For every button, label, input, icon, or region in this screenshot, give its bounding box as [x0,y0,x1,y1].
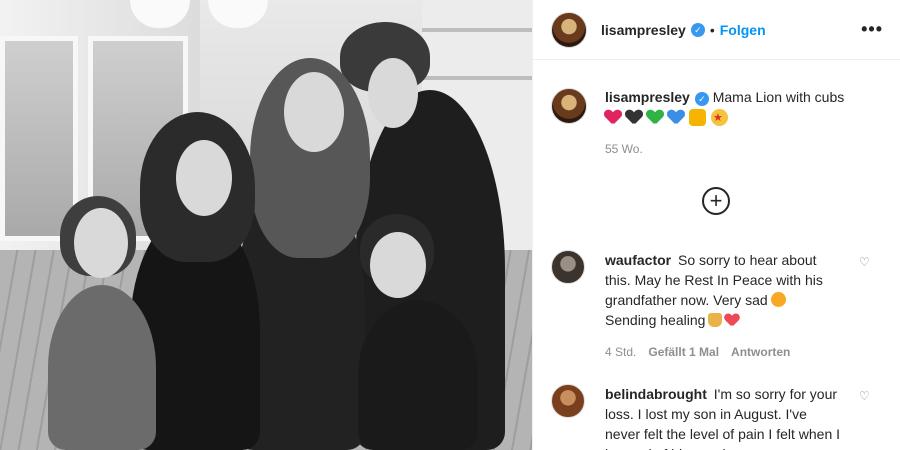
black-heart-icon [626,109,642,125]
author-avatar[interactable] [551,11,587,48]
photo-lamp [208,0,268,28]
comment-likes[interactable]: Gefällt 1 Mal [648,342,719,362]
comment-avatar[interactable] [551,250,585,284]
caption-username[interactable]: lisampresley [605,89,690,105]
comment-meta: 4 Std. Gefällt 1 Mal Antworten [605,342,845,362]
post-photo[interactable] [0,0,532,450]
caption-text: Mama Lion with cubs [712,89,845,105]
red-heart-icon [605,109,621,125]
photo-person-girl-right [358,300,478,450]
photo-shelf-board [422,76,532,80]
photo-shelf-board [422,28,532,32]
load-more-comments-icon[interactable]: + [702,187,730,215]
author-username[interactable]: lisampresley [601,22,686,38]
green-heart-icon [647,109,663,125]
photo-face [284,72,344,152]
photo-face [176,140,232,216]
more-options-icon[interactable]: ••• [861,19,883,40]
photo-door [0,36,78,241]
comment-timestamp[interactable]: 4 Std. [605,342,636,362]
verified-badge-icon: ✓ [690,22,705,37]
photo-person-girl-left [48,285,156,450]
caption-timestamp[interactable]: 55 Wo. [605,140,844,159]
photo-face [370,232,426,298]
comment-avatar[interactable] [551,384,585,418]
sad-face-icon [770,292,786,307]
like-comment-heart-icon[interactable]: ♡ [859,256,871,268]
like-comment-heart-icon[interactable]: ♡ [859,390,871,402]
post-header: lisampresley ✓ • Folgen ••• [533,0,900,60]
blue-heart-icon [668,109,684,125]
post-sidebar: lisampresley ✓ • Folgen ••• lisampresley… [532,0,900,450]
photo-face [74,208,128,278]
lion-face-icon [689,109,706,126]
comment-item: belindabrought I'm so sorry for your los… [551,384,881,450]
star-struck-icon [711,109,728,128]
comment-text-line2: Sending healing [605,312,706,328]
caption-emojis [605,109,844,128]
verified-badge-icon: ✓ [694,92,709,106]
comment-username[interactable]: waufactor [605,252,671,268]
comment-username[interactable]: belindabrought [605,386,707,402]
caption-avatar[interactable] [551,88,587,124]
photo-face [368,58,418,128]
comment-item: waufactor So sorry to hear about this. M… [551,250,881,362]
praying-hands-icon [708,313,723,327]
post-caption: lisampresley ✓ Mama Lion with cubs 55 Wo. [551,88,881,159]
comment-reply-button[interactable]: Antworten [731,342,790,362]
follow-button[interactable]: Folgen [720,22,766,38]
red-heart-icon [725,313,739,327]
separator-dot: • [709,21,715,38]
